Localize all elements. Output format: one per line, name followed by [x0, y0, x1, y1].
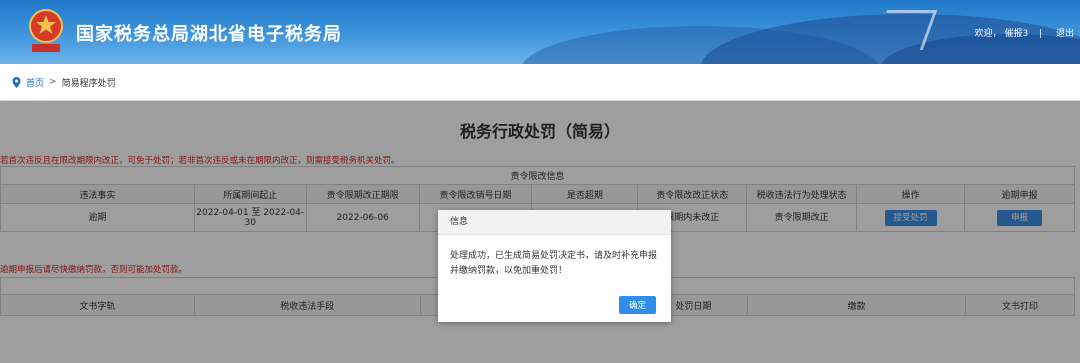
breadcrumb-home-link[interactable]: 首页: [26, 76, 44, 89]
confirm-button[interactable]: 确定: [618, 296, 656, 314]
breadcrumb: 首页 > 简易程序处罚: [0, 64, 1080, 101]
user-links-divider: |: [1039, 29, 1043, 39]
user-links: 欢迎， 催报3 | 退出: [971, 26, 1074, 39]
info-dialog: 信息 处理成功，已生成简易处罚决定书，请及时补充申报并缴纳罚款，以免加重处罚！ …: [438, 210, 671, 322]
breadcrumb-separator: >: [49, 77, 57, 87]
welcome-text: 欢迎，: [974, 29, 1002, 39]
site-header: 国家税务总局湖北省电子税务局 欢迎， 催报3 | 退出: [0, 0, 1080, 64]
tax-emblem-icon: [29, 9, 63, 52]
logout-link[interactable]: 退出: [1056, 29, 1074, 39]
dialog-title: 信息: [438, 210, 671, 235]
dialog-message: 处理成功，已生成简易处罚决定书，请及时补充申报并缴纳罚款，以免加重处罚！: [450, 251, 658, 276]
site-title: 国家税务总局湖北省电子税务局: [76, 24, 342, 45]
breadcrumb-current: 简易程序处罚: [61, 78, 116, 89]
location-pin-icon: [12, 76, 21, 88]
username-link[interactable]: 催报3: [1004, 29, 1028, 39]
